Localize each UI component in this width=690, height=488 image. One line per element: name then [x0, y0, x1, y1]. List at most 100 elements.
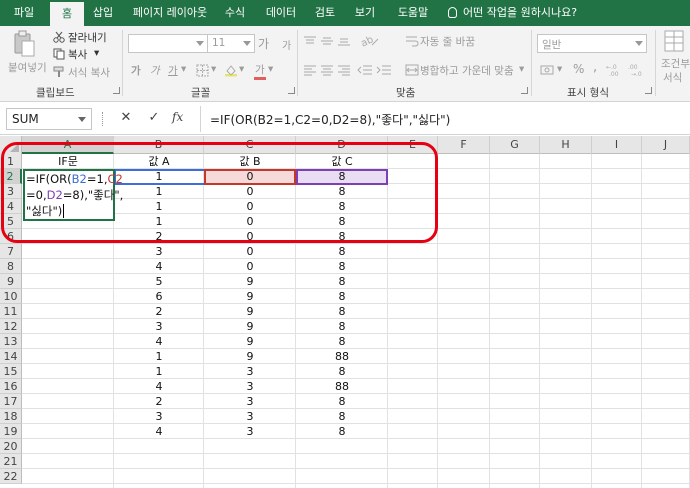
cell-d7[interactable]: 8 [296, 244, 388, 259]
cell-d14[interactable]: 88 [296, 349, 388, 364]
cell-c18[interactable]: 3 [204, 409, 296, 424]
cell-d8[interactable]: 8 [296, 259, 388, 274]
row-header-13[interactable]: 13 [0, 334, 22, 349]
row-header-20[interactable]: 20 [0, 439, 22, 454]
increase-decimal-icon[interactable]: ←.0.00 [606, 63, 624, 80]
paste-icon[interactable] [12, 30, 36, 58]
column-header-f[interactable]: F [438, 136, 490, 154]
scissors-icon[interactable] [53, 31, 65, 46]
align-top-icon[interactable] [303, 35, 317, 50]
increase-indent-icon[interactable] [376, 64, 392, 79]
comma-button[interactable]: , [593, 60, 597, 75]
font-size-dropdown[interactable]: 11 [207, 34, 255, 53]
cell-b18[interactable]: 3 [114, 409, 204, 424]
tab-home[interactable]: 홈 [50, 2, 84, 26]
cell-b13[interactable]: 4 [114, 334, 204, 349]
cell-d19[interactable]: 8 [296, 424, 388, 439]
cell-c10[interactable]: 9 [204, 289, 296, 304]
align-right-icon[interactable] [337, 64, 351, 79]
row-header-8[interactable]: 8 [0, 259, 22, 274]
align-bottom-icon[interactable] [337, 35, 351, 50]
cancel-icon[interactable]: ✕ [115, 110, 137, 125]
wrap-text-icon[interactable] [405, 34, 419, 51]
cell-c19[interactable]: 3 [204, 424, 296, 439]
formula-input[interactable]: =IF(OR(B2=1,C2=0,D2=8),"좋다","싫다") [210, 111, 450, 128]
fill-dropdown-icon[interactable]: ▾ [239, 63, 244, 75]
tab-review[interactable]: 검토 [308, 0, 342, 26]
row-header-12[interactable]: 12 [0, 319, 22, 334]
tell-me-search[interactable]: 어떤 작업을 원하시나요? [448, 0, 577, 26]
italic-button[interactable]: 가 [150, 63, 160, 78]
cell-c11[interactable]: 9 [204, 304, 296, 319]
cell-b11[interactable]: 2 [114, 304, 204, 319]
font-color-button[interactable]: 가 [254, 62, 266, 80]
currency-icon[interactable] [540, 63, 558, 80]
tab-page-layout[interactable]: 페이지 레이아웃 [124, 0, 216, 26]
grow-font-button[interactable]: 가 [258, 35, 269, 52]
tab-file[interactable]: 파일 [6, 0, 42, 26]
currency-dropdown-icon[interactable]: ▾ [557, 63, 562, 75]
alignment-launcher-icon[interactable] [521, 87, 528, 94]
clipboard-launcher-icon[interactable] [113, 87, 120, 94]
fill-color-icon[interactable] [224, 63, 238, 80]
percent-button[interactable]: % [573, 62, 584, 76]
cell-b16[interactable]: 4 [114, 379, 204, 394]
row-header-14[interactable]: 14 [0, 349, 22, 364]
row-header-17[interactable]: 17 [0, 394, 22, 409]
cell-b9[interactable]: 5 [114, 274, 204, 289]
border-dropdown-icon[interactable]: ▾ [211, 63, 216, 75]
tab-formulas[interactable]: 수식 [218, 0, 252, 26]
underline-dropdown-icon[interactable]: ▾ [181, 63, 186, 75]
cell-c9[interactable]: 9 [204, 274, 296, 289]
cell-d17[interactable]: 8 [296, 394, 388, 409]
font-color-dropdown-icon[interactable]: ▾ [268, 63, 273, 75]
underline-button[interactable]: 가 [168, 63, 178, 78]
merge-center-icon[interactable] [405, 63, 419, 80]
decrease-indent-icon[interactable] [357, 64, 373, 79]
tab-view[interactable]: 보기 [348, 0, 382, 26]
cut-button[interactable]: 잘라내기 [68, 30, 107, 45]
cell-b8[interactable]: 4 [114, 259, 204, 274]
formula-bar-grip[interactable] [102, 112, 104, 126]
align-left-icon[interactable] [303, 64, 317, 79]
insert-function-icon[interactable]: fx [172, 110, 183, 124]
row-header-19[interactable]: 19 [0, 424, 22, 439]
font-name-dropdown[interactable] [128, 34, 208, 53]
cell-c17[interactable]: 3 [204, 394, 296, 409]
column-header-j[interactable]: J [642, 136, 690, 154]
cell-d10[interactable]: 8 [296, 289, 388, 304]
border-icon[interactable] [196, 64, 209, 80]
wrap-text-button[interactable]: 자동 줄 바꿈 [420, 34, 475, 49]
cell-b7[interactable]: 3 [114, 244, 204, 259]
conditional-formatting-label-2[interactable]: 서식 [663, 70, 682, 85]
merge-center-button[interactable]: 병합하고 가운데 맞춤 [420, 63, 514, 78]
format-painter-icon[interactable] [53, 66, 65, 81]
row-header-11[interactable]: 11 [0, 304, 22, 319]
copy-button[interactable]: 복사 [68, 47, 87, 62]
cell-b19[interactable]: 4 [114, 424, 204, 439]
align-center-icon[interactable] [320, 64, 334, 79]
column-header-g[interactable]: G [490, 136, 540, 154]
row-header-22[interactable]: 22 [0, 469, 22, 484]
cell-c8[interactable]: 0 [204, 259, 296, 274]
cell-b15[interactable]: 1 [114, 364, 204, 379]
cell-d9[interactable]: 8 [296, 274, 388, 289]
cell-b12[interactable]: 3 [114, 319, 204, 334]
cell-b14[interactable]: 1 [114, 349, 204, 364]
row-header-15[interactable]: 15 [0, 364, 22, 379]
tab-insert[interactable]: 삽입 [86, 0, 120, 26]
cell-c14[interactable]: 9 [204, 349, 296, 364]
row-header-7[interactable]: 7 [0, 244, 22, 259]
row-header-10[interactable]: 10 [0, 289, 22, 304]
tab-help[interactable]: 도움말 [390, 0, 436, 26]
cell-c7[interactable]: 0 [204, 244, 296, 259]
paste-label[interactable]: 붙여넣기 [8, 60, 47, 75]
number-format-dropdown[interactable]: 일반 [537, 34, 647, 53]
cell-c16[interactable]: 3 [204, 379, 296, 394]
cell-d13[interactable]: 8 [296, 334, 388, 349]
row-header-18[interactable]: 18 [0, 409, 22, 424]
cell-d18[interactable]: 8 [296, 409, 388, 424]
font-launcher-icon[interactable] [288, 87, 295, 94]
name-box[interactable]: SUM [6, 108, 92, 130]
column-header-h[interactable]: H [540, 136, 592, 154]
